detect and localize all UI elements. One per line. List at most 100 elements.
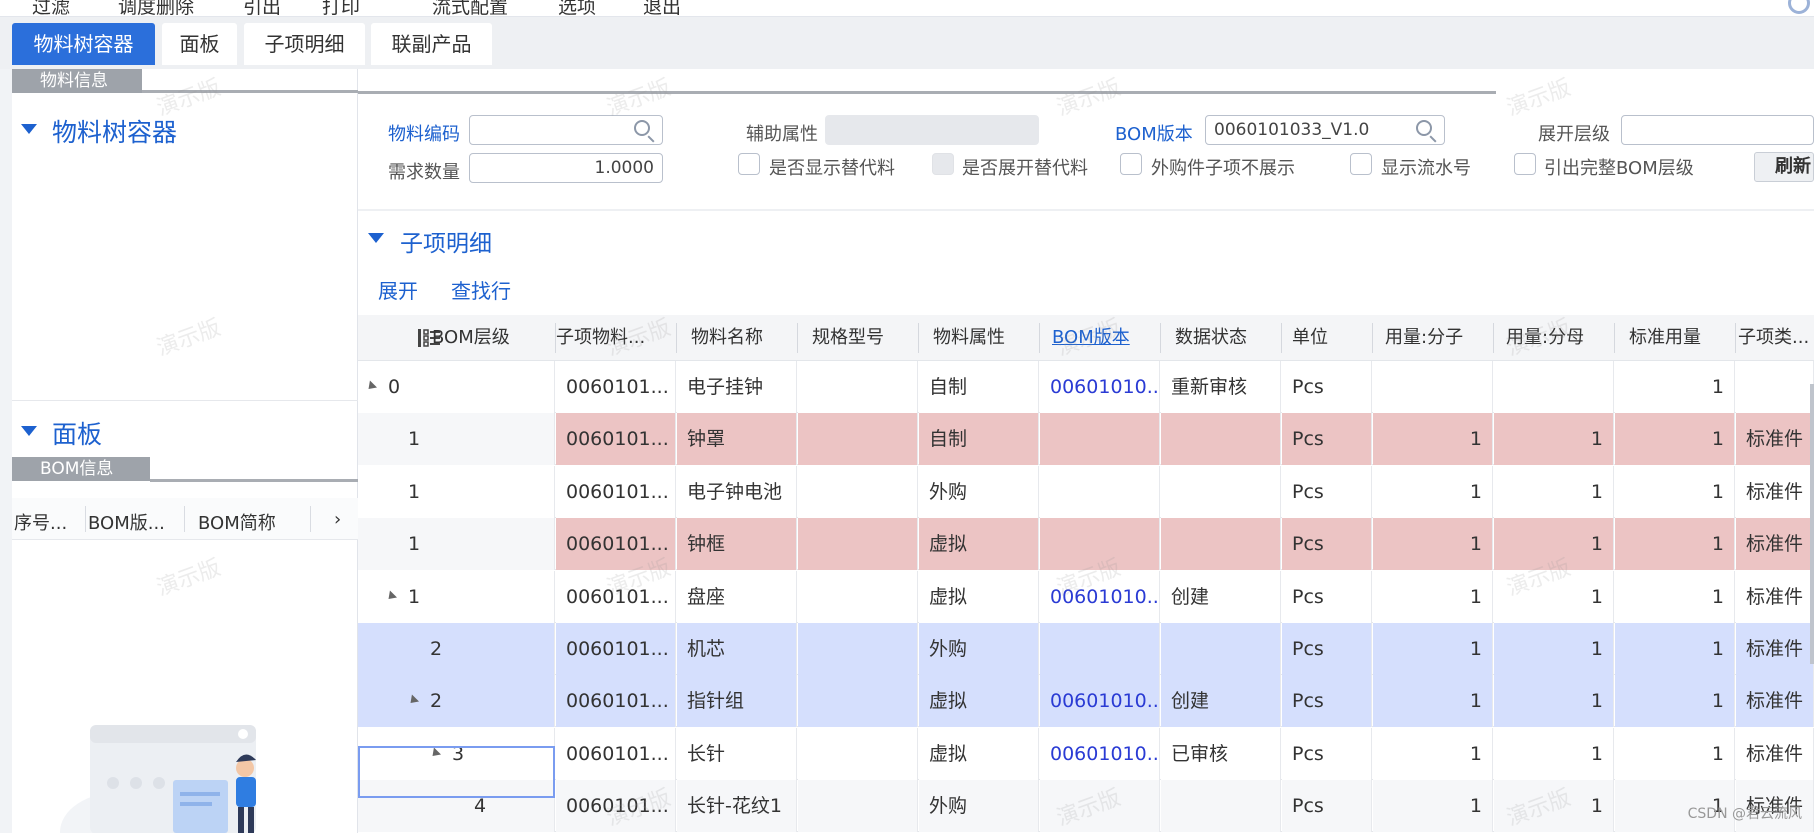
cell-child-type[interactable]: 标准件 xyxy=(1736,727,1814,780)
cell-attr[interactable]: 虚拟 xyxy=(919,518,1039,571)
refresh-button[interactable]: 刷新 xyxy=(1754,152,1814,182)
cell-std-qty[interactable]: 1 xyxy=(1615,727,1735,780)
cell-bom-version[interactable]: 00601010... xyxy=(1040,675,1160,728)
column-header[interactable]: BOM简称 xyxy=(198,509,276,535)
cell-material-name[interactable]: 盘座 xyxy=(677,570,797,623)
cell-attr[interactable]: 外购 xyxy=(919,465,1039,518)
table-row[interactable]: 3 0060101... 长针 虚拟 00601010... 已审核 Pcs 1 1 1 标准件 xyxy=(358,727,1814,780)
bom-version-input[interactable]: 0060101033_V1.0 xyxy=(1205,115,1445,145)
cell-child-code[interactable]: 0060101... xyxy=(556,727,676,780)
table-row[interactable]: 1 0060101... 钟罩 自制 Pcs 1 1 1 标准件 xyxy=(358,413,1814,466)
cell-child-type[interactable]: 标准件 xyxy=(1736,570,1814,623)
checkbox-hide-purchased[interactable] xyxy=(1120,153,1142,175)
search-icon[interactable] xyxy=(1416,120,1432,136)
cell-unit[interactable]: Pcs xyxy=(1282,727,1372,780)
cell-unit[interactable]: Pcs xyxy=(1282,570,1372,623)
cell-unit[interactable]: Pcs xyxy=(1282,675,1372,728)
cell-spec[interactable] xyxy=(798,361,918,413)
cell-unit[interactable]: Pcs xyxy=(1282,623,1372,675)
cell-status[interactable] xyxy=(1161,780,1281,833)
checkbox-show-substitute[interactable] xyxy=(738,153,760,175)
cell-qty-numerator[interactable]: 1 xyxy=(1373,675,1493,728)
cell-bom-level[interactable]: 2 xyxy=(358,675,555,728)
column-header-child-type[interactable]: 子项类... xyxy=(1736,315,1814,361)
cell-status[interactable] xyxy=(1161,623,1281,675)
cell-child-type[interactable] xyxy=(1736,361,1814,413)
cell-status[interactable]: 已审核 xyxy=(1161,727,1281,780)
cell-child-type[interactable]: 标准件 xyxy=(1736,518,1814,571)
cell-material-name[interactable]: 钟罩 xyxy=(677,413,797,466)
tree-expander-icon[interactable] xyxy=(384,590,398,603)
tab-panel[interactable]: 面板 xyxy=(162,23,237,65)
tab-material-tree[interactable]: 物料树容器 xyxy=(12,23,155,65)
cell-bom-version[interactable]: 00601010... xyxy=(1040,570,1160,623)
cell-qty-numerator[interactable]: 1 xyxy=(1373,727,1493,780)
cell-bom-level[interactable]: 0 xyxy=(358,361,555,413)
checkbox-export-full-bom[interactable] xyxy=(1514,153,1536,175)
cell-status[interactable]: 创建 xyxy=(1161,675,1281,728)
cell-qty-numerator[interactable]: 1 xyxy=(1373,413,1493,466)
cell-child-code[interactable]: 0060101... xyxy=(556,361,676,413)
cell-spec[interactable] xyxy=(798,780,918,833)
cell-attr[interactable]: 虚拟 xyxy=(919,727,1039,780)
table-row[interactable]: 1 0060101... 盘座 虚拟 00601010... 创建 Pcs 1 1 1 标准件 xyxy=(358,570,1814,623)
menu-exit[interactable]: 退出 xyxy=(643,0,681,16)
cell-spec[interactable] xyxy=(798,623,918,675)
cell-attr[interactable]: 外购 xyxy=(919,623,1039,675)
cell-bom-level[interactable]: 1 xyxy=(358,413,555,466)
cell-spec[interactable] xyxy=(798,413,918,466)
cell-bom-version[interactable] xyxy=(1040,780,1160,833)
vertical-scrollbar[interactable] xyxy=(1810,384,1814,664)
cell-qty-numerator[interactable]: 1 xyxy=(1373,780,1493,833)
table-row[interactable]: 0 0060101... 电子挂钟 自制 00601010... 重新审核 Pcs 1 xyxy=(358,361,1814,413)
column-header-qty-numerator[interactable]: 用量:分子 xyxy=(1373,315,1493,361)
menu-filter[interactable]: 过滤 xyxy=(32,0,70,16)
cell-child-code[interactable]: 0060101... xyxy=(556,413,676,466)
cell-child-code[interactable]: 0060101... xyxy=(556,675,676,728)
collapse-triangle-icon[interactable] xyxy=(368,233,384,243)
column-header[interactable]: BOM版... xyxy=(88,509,165,535)
cell-status[interactable]: 创建 xyxy=(1161,570,1281,623)
column-header-material-name[interactable]: 物料名称 xyxy=(677,315,797,361)
column-header-std-qty[interactable]: 标准用量 xyxy=(1615,315,1735,361)
cell-std-qty[interactable]: 1 xyxy=(1615,465,1735,518)
column-header[interactable]: 序号... xyxy=(14,509,67,535)
cell-spec[interactable] xyxy=(798,675,918,728)
cell-child-code[interactable]: 0060101... xyxy=(556,623,676,675)
column-header-qty-denominator[interactable]: 用量:分母 xyxy=(1494,315,1614,361)
cell-qty-denominator[interactable]: 1 xyxy=(1494,623,1614,675)
cell-std-qty[interactable]: 1 xyxy=(1615,570,1735,623)
column-header-attr[interactable]: 物料属性 xyxy=(919,315,1039,361)
cell-attr[interactable]: 虚拟 xyxy=(919,570,1039,623)
cell-material-name[interactable]: 电子挂钟 xyxy=(677,361,797,413)
table-row[interactable]: 2 0060101... 指针组 虚拟 00601010... 创建 Pcs 1 1 1 标准件 xyxy=(358,675,1814,728)
scroll-right-icon[interactable]: › xyxy=(334,509,341,530)
cell-attr[interactable]: 外购 xyxy=(919,780,1039,833)
cell-child-type[interactable]: 标准件 xyxy=(1736,623,1814,675)
menu-flow-config[interactable]: 流式配置 xyxy=(432,0,508,16)
cell-unit[interactable]: Pcs xyxy=(1282,413,1372,466)
menu-print[interactable]: 打印 xyxy=(322,0,360,16)
cell-material-name[interactable]: 长针-花纹1 xyxy=(677,780,797,833)
cell-child-code[interactable]: 0060101... xyxy=(556,465,676,518)
cell-qty-numerator[interactable]: 1 xyxy=(1373,570,1493,623)
column-header-bom-level[interactable]: BOM层级 xyxy=(432,315,530,361)
cell-material-name[interactable]: 指针组 xyxy=(677,675,797,728)
cell-status[interactable] xyxy=(1161,518,1281,571)
gear-icon[interactable] xyxy=(1788,0,1810,14)
cell-qty-denominator[interactable]: 1 xyxy=(1494,675,1614,728)
cell-qty-denominator[interactable] xyxy=(1494,361,1614,413)
tab-child-details[interactable]: 子项明细 xyxy=(244,23,365,65)
tree-expander-icon[interactable] xyxy=(406,694,420,707)
cell-attr[interactable]: 自制 xyxy=(919,413,1039,466)
cell-std-qty[interactable]: 1 xyxy=(1615,675,1735,728)
cell-status[interactable] xyxy=(1161,413,1281,466)
column-header-child-code[interactable]: 子项物料... xyxy=(556,315,676,361)
cell-child-code[interactable]: 0060101... xyxy=(556,780,676,833)
cell-unit[interactable]: Pcs xyxy=(1282,361,1372,413)
cell-spec[interactable] xyxy=(798,465,918,518)
cell-spec[interactable] xyxy=(798,570,918,623)
cell-bom-level[interactable]: 1 xyxy=(358,465,555,518)
column-header-unit[interactable]: 单位 xyxy=(1282,315,1372,361)
cell-qty-denominator[interactable]: 1 xyxy=(1494,570,1614,623)
